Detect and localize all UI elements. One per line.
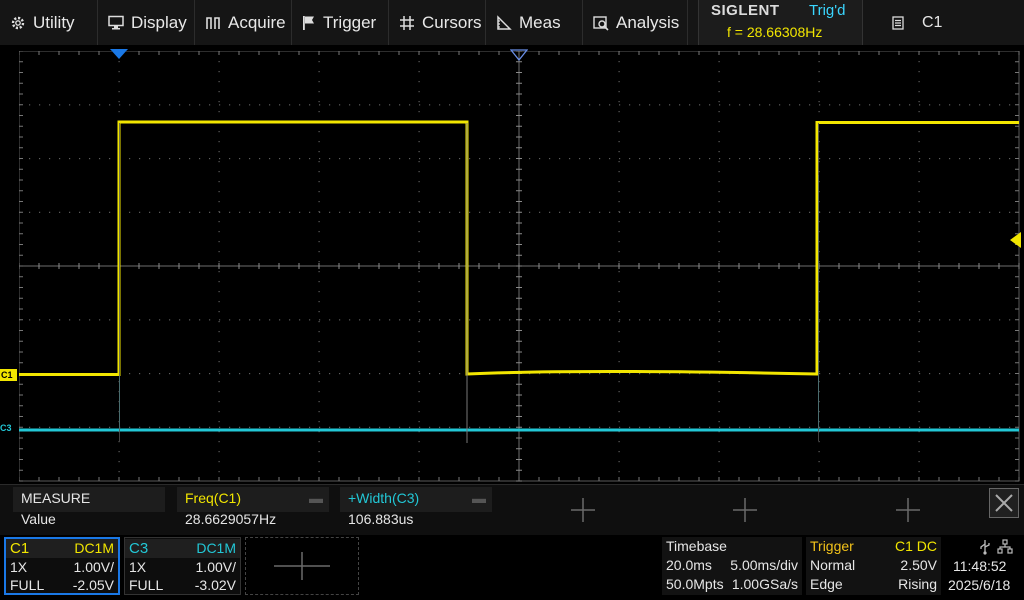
- menu-list-icon: [892, 15, 904, 30]
- trigger-panel[interactable]: Trigger C1 DC Normal 2.50V Edge Rising: [806, 537, 941, 595]
- measure-row-label: Value: [21, 511, 56, 527]
- trigger-level-marker[interactable]: [1010, 232, 1021, 248]
- trigger-mode: Normal: [810, 557, 856, 573]
- acquire-icon: [206, 17, 220, 29]
- channel-c1-box[interactable]: C1 DC1M 1X 1.00V/ FULL -2.05V: [4, 537, 120, 595]
- flag-icon: [303, 15, 314, 30]
- measure-add-slot-1[interactable]: [570, 497, 596, 523]
- measure-add-slot-2[interactable]: [732, 497, 758, 523]
- c3-probe: 1X: [129, 559, 147, 575]
- center-time-marker[interactable]: [510, 49, 528, 61]
- measure-item-1-value: 28.6629057Hz: [185, 511, 277, 527]
- clock-date: 2025/6/18: [948, 577, 1011, 593]
- timebase-delay: 20.0ms: [666, 557, 712, 573]
- c3-name: C3: [129, 540, 149, 557]
- menu-utility-label: Utility: [33, 12, 75, 32]
- c1-probe: 1X: [10, 559, 28, 575]
- measure-panel: MEASURE Value Freq(C1) ▬ 28.6629057Hz +W…: [0, 484, 1024, 535]
- plus-icon: [274, 552, 330, 580]
- ch3-offset-marker[interactable]: C3: [0, 423, 12, 433]
- timebase-memory: 50.0Mpts: [666, 576, 724, 592]
- ruler-icon: [497, 14, 512, 30]
- channel-menu-label: C1: [922, 13, 943, 31]
- menu-acquire[interactable]: Acquire: [195, 0, 292, 45]
- add-channel-slot[interactable]: [245, 537, 359, 595]
- gear-icon: [11, 16, 25, 29]
- trigger-title: Trigger: [810, 538, 854, 554]
- menu-analysis-label: Analysis: [616, 12, 680, 32]
- crosshair-icon: [400, 15, 414, 30]
- trigger-level: 2.50V: [900, 557, 937, 573]
- menu-display[interactable]: Display: [98, 0, 195, 45]
- timebase-sample-rate: 1.00GSa/s: [731, 576, 798, 592]
- measure-item-2-value: 106.883us: [348, 511, 414, 527]
- status-box: SIGLENT Trig'd f = 28.66308Hz: [698, 0, 863, 45]
- ch1-offset-marker[interactable]: C1: [0, 369, 17, 381]
- c3-bandwidth: FULL: [129, 577, 164, 593]
- trigger-source: C1 DC: [894, 538, 937, 554]
- edge-shadow-2: [119, 123, 819, 441]
- top-menu-bar: Utility Display Acquire Trigger Cursors …: [0, 0, 1024, 45]
- analysis-icon: [593, 15, 609, 31]
- menu-cursors-label: Cursors: [422, 12, 482, 32]
- clock-time: 11:48:52: [953, 558, 1007, 574]
- measure-item-1-label: Freq(C1): [185, 490, 242, 506]
- c3-offset: -3.02V: [194, 577, 236, 593]
- c3-scale: 1.00V/: [195, 559, 236, 575]
- close-icon: [995, 494, 1013, 512]
- timebase-title: Timebase: [666, 538, 727, 554]
- trigger-type: Edge: [810, 576, 843, 592]
- timebase-panel[interactable]: Timebase 20.0ms 5.00ms/div 50.0Mpts 1.00…: [662, 537, 802, 595]
- measure-item-2-label: +Width(C3): [348, 490, 420, 506]
- menu-display-label: Display: [131, 12, 187, 32]
- measure-add-slot-3[interactable]: [895, 497, 921, 523]
- ch3-pulses: [119, 175, 819, 430]
- menu-meas-label: Meas: [519, 12, 561, 32]
- c1-name: C1: [10, 540, 30, 557]
- waveform-grid[interactable]: [19, 51, 1020, 482]
- trigger-status: Trig'd: [809, 2, 846, 19]
- trigger-position-marker[interactable]: [110, 49, 128, 59]
- c1-scale: 1.00V/: [73, 559, 114, 575]
- menu-cursors[interactable]: Cursors: [389, 0, 486, 45]
- monitor-icon: [108, 15, 124, 30]
- measure-close-button[interactable]: [989, 488, 1019, 518]
- menu-acquire-label: Acquire: [228, 12, 286, 32]
- menu-trigger-label: Trigger: [323, 12, 377, 32]
- channel-menu-button[interactable]: C1: [870, 0, 1024, 45]
- network-icon: [997, 539, 1013, 554]
- brand-logo: SIGLENT: [711, 2, 780, 19]
- menu-utility[interactable]: Utility: [0, 0, 98, 45]
- channel-c3-box[interactable]: C3 DC1M 1X 1.00V/ FULL -3.02V: [124, 537, 241, 595]
- menu-meas[interactable]: Meas: [486, 0, 583, 45]
- c1-offset: -2.05V: [72, 577, 114, 593]
- usb-icon: [980, 540, 990, 555]
- frequency-readout: f = 28.66308Hz: [727, 24, 823, 40]
- grid-lines: [19, 51, 1020, 482]
- measure-item-1-dash: ▬: [309, 490, 323, 506]
- menu-trigger[interactable]: Trigger: [292, 0, 389, 45]
- c1-bandwidth: FULL: [10, 577, 45, 593]
- measure-item-2-dash: ▬: [472, 490, 486, 506]
- timebase-scale: 5.00ms/div: [730, 557, 798, 573]
- clock-panel: 11:48:52 2025/6/18: [945, 537, 1021, 595]
- trigger-slope: Rising: [898, 576, 937, 592]
- c3-coupling: DC1M: [196, 540, 236, 556]
- c1-coupling: DC1M: [74, 540, 114, 556]
- menu-analysis[interactable]: Analysis: [583, 0, 688, 45]
